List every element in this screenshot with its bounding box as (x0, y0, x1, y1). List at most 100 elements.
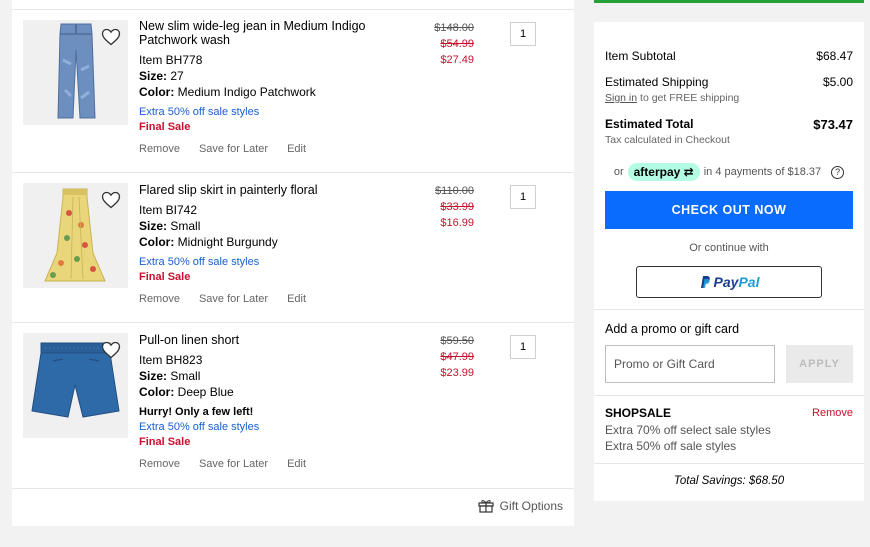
product-title[interactable]: Pull-on linen short (139, 333, 399, 347)
edit-button[interactable]: Edit (287, 458, 306, 470)
divider (12, 488, 574, 489)
cart-panel: New slim wide-leg jean in Medium Indigo … (12, 0, 574, 526)
edit-button[interactable]: Edit (287, 143, 306, 155)
quantity-select[interactable]: 1 (510, 185, 536, 209)
final-sale-label: Final Sale (139, 121, 191, 133)
shipping-row: Estimated Shipping $5.00 (605, 75, 853, 90)
item-size: Size: 27 (139, 68, 399, 84)
remove-button[interactable]: Remove (139, 458, 180, 470)
shipping-value: $5.00 (822, 75, 853, 89)
sale-price: $33.99 (440, 201, 474, 213)
paypal-icon (700, 276, 710, 288)
save-for-later-button[interactable]: Save for Later (199, 293, 268, 305)
afterpay-row: or afterpay ⇄ in 4 payments of $18.37 ? (594, 163, 864, 181)
promo-link[interactable]: Extra 50% off sale styles (139, 105, 399, 120)
size-label: Size: (139, 69, 168, 83)
original-price: $59.50 (440, 335, 474, 347)
afterpay-arrows-icon: ⇄ (683, 165, 694, 179)
subtotal-row: Item Subtotal $68.47 (605, 49, 853, 64)
total-value: $73.47 (813, 117, 853, 132)
question-icon[interactable]: ? (831, 165, 845, 179)
promo-title: Add a promo or gift card (605, 322, 740, 336)
total-row: Estimated Total $73.47 (605, 117, 853, 132)
afterpay-brand: afterpay (633, 165, 681, 179)
product-image-jeans[interactable] (23, 20, 128, 125)
item-prices: $148.00 $54.99 $27.49 (432, 20, 474, 68)
promo-link[interactable]: Extra 50% off sale styles (139, 255, 399, 270)
save-for-later-button[interactable]: Save for Later (199, 458, 268, 470)
item-prices: $59.50 $47.99 $23.99 (432, 333, 474, 381)
save-for-later-button[interactable]: Save for Later (199, 143, 268, 155)
color-label: Color: (139, 235, 175, 249)
signin-link[interactable]: Sign in (605, 92, 637, 104)
afterpay-text: in 4 payments of $18.37 (703, 166, 822, 178)
item-actions: Remove Save for Later Edit (139, 292, 399, 306)
continue-with-label: Or continue with (689, 242, 769, 254)
product-image-shorts[interactable] (23, 333, 128, 438)
promo-detail-line: Extra 50% off sale styles (605, 439, 737, 453)
item-number: Item BH778 (139, 53, 203, 67)
order-summary: Item Subtotal $68.47 Estimated Shipping … (594, 22, 864, 501)
tax-note: Tax calculated in Checkout (605, 134, 730, 146)
size-label: Size: (139, 219, 168, 233)
product-image-skirt[interactable] (23, 183, 128, 288)
original-price: $110.00 (435, 185, 474, 197)
total-savings: Total Savings: $68.50 (673, 475, 785, 487)
item-prices: $110.00 $33.99 $16.99 (432, 183, 474, 231)
color-label: Color: (139, 385, 175, 399)
quantity-select[interactable]: 1 (510, 22, 536, 46)
divider (594, 463, 864, 464)
paypal-text-pal: Pal (738, 274, 760, 290)
paypal-button[interactable]: Pay Pal (636, 266, 822, 298)
item-info: New slim wide-leg jean in Medium Indigo … (139, 19, 399, 156)
divider (12, 9, 574, 10)
afterpay-or: or (613, 166, 624, 178)
edit-button[interactable]: Edit (287, 293, 306, 305)
final-price: $27.49 (440, 54, 474, 66)
remove-button[interactable]: Remove (139, 293, 180, 305)
gift-options-button[interactable]: Gift Options (478, 499, 563, 513)
final-price: $16.99 (440, 217, 474, 229)
shipping-label: Estimated Shipping (605, 75, 709, 89)
final-sale-label: Final Sale (139, 436, 191, 448)
product-title[interactable]: New slim wide-leg jean in Medium Indigo … (139, 19, 399, 47)
promo-link[interactable]: Extra 50% off sale styles (139, 420, 399, 435)
promo-detail-line: Extra 70% off select sale styles (605, 423, 771, 437)
color-value: Medium Indigo Patchwork (177, 85, 316, 99)
promo-code-applied: SHOPSALE (605, 406, 672, 420)
wishlist-heart-icon[interactable] (101, 191, 121, 209)
subtotal-value: $68.47 (816, 49, 853, 63)
total-label: Estimated Total (605, 117, 694, 131)
item-number: Item BH823 (139, 353, 203, 367)
item-color: Color: Deep Blue (139, 384, 399, 400)
size-value: Small (170, 219, 201, 233)
signin-note-text: to get FREE shipping (637, 92, 740, 104)
gift-icon (478, 500, 494, 513)
final-sale-label: Final Sale (139, 271, 191, 283)
original-price: $148.00 (434, 22, 474, 34)
item-size: Size: Small (139, 368, 399, 384)
signin-note: Sign in to get FREE shipping (605, 92, 739, 105)
color-label: Color: (139, 85, 175, 99)
wishlist-heart-icon[interactable] (101, 28, 121, 46)
item-info: Pull-on linen short Item BH823 Size: Sma… (139, 333, 399, 471)
apply-button[interactable]: APPLY (786, 345, 853, 383)
item-size: Size: Small (139, 218, 399, 234)
quantity-select[interactable]: 1 (510, 335, 536, 359)
divider (594, 309, 864, 310)
promo-code-input[interactable] (605, 345, 775, 383)
product-title[interactable]: Flared slip skirt in painterly floral (139, 183, 399, 197)
divider (12, 172, 574, 173)
size-label: Size: (139, 369, 168, 383)
gift-options-label: Gift Options (499, 499, 563, 513)
item-info: Flared slip skirt in painterly floral It… (139, 183, 399, 306)
wishlist-heart-icon[interactable] (101, 341, 121, 359)
remove-promo-link[interactable]: Remove (812, 407, 853, 419)
final-price: $23.99 (440, 367, 474, 379)
afterpay-logo: afterpay ⇄ (627, 163, 700, 181)
checkout-button[interactable]: CHECK OUT NOW (605, 191, 853, 229)
top-accent-bar (594, 0, 864, 3)
remove-button[interactable]: Remove (139, 143, 180, 155)
subtotal-label: Item Subtotal (605, 49, 676, 63)
item-actions: Remove Save for Later Edit (139, 457, 399, 471)
